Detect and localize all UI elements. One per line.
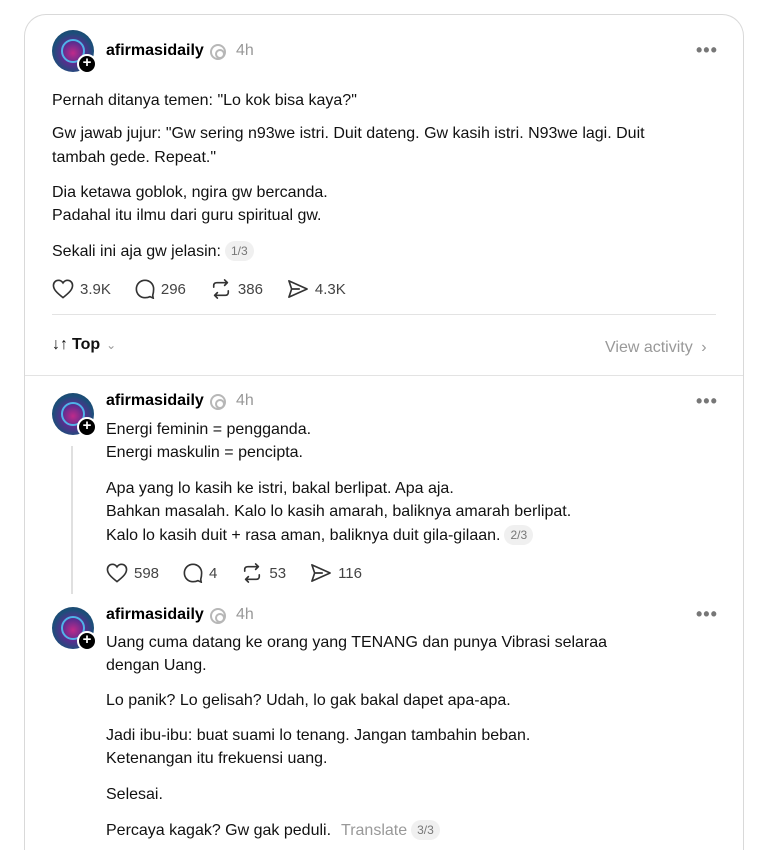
reply-button[interactable]: 296 bbox=[135, 279, 186, 299]
reply-text-line: Apa yang lo kasih ke istri, bakal berlip… bbox=[106, 480, 454, 497]
view-activity-label: View activity bbox=[605, 339, 693, 356]
sort-dropdown[interactable]: ↓↑ Top ⌄ bbox=[52, 336, 116, 354]
divider bbox=[52, 314, 716, 315]
like-button[interactable]: 3.9K bbox=[52, 279, 111, 299]
repost-count: 386 bbox=[237, 280, 263, 298]
post-text: Sekali ini aja gw jelasin: bbox=[52, 243, 221, 260]
reply-button[interactable]: 4 bbox=[183, 563, 217, 583]
share-button[interactable]: 116 bbox=[310, 563, 362, 583]
more-horizontal-icon[interactable]: ••• bbox=[696, 40, 718, 61]
repost-button[interactable]: 53 bbox=[241, 563, 286, 583]
post-text-line: Padahal itu ilmu dari guru spiritual gw. bbox=[52, 207, 322, 224]
avatar[interactable]: + bbox=[52, 30, 97, 74]
like-count: 598 bbox=[134, 564, 160, 582]
reply-text: Percaya kagak? Gw gak peduli. bbox=[106, 822, 332, 839]
view-activity-link[interactable]: View activity › bbox=[605, 339, 707, 357]
share-count: 116 bbox=[338, 564, 362, 582]
thread-count-badge: 1/3 bbox=[224, 241, 254, 261]
chevron-down-icon: ⌄ bbox=[106, 338, 117, 352]
translate-link[interactable]: Translate bbox=[341, 822, 407, 839]
timestamp[interactable]: 4h bbox=[236, 42, 254, 60]
thread-connector-line bbox=[71, 446, 73, 594]
reply-text-line: Bahkan masalah. Kalo lo kasih amarah, ba… bbox=[106, 503, 572, 520]
threads-icon bbox=[210, 608, 226, 624]
reply-text-line: Jadi ibu-ibu: buat suami lo tenang. Jang… bbox=[106, 727, 531, 744]
reply-text-line: Percaya kagak? Gw gak peduli. Translate 3/… bbox=[106, 819, 440, 842]
share-button[interactable]: 4.3K bbox=[287, 279, 346, 299]
comment-icon bbox=[183, 563, 203, 583]
threads-icon bbox=[210, 44, 226, 60]
section-divider bbox=[25, 375, 743, 376]
post-text-line: Pernah ditanya temen: "Lo kok bisa kaya?… bbox=[52, 92, 357, 109]
thread-count-badge: 2/3 bbox=[504, 525, 534, 545]
repost-count: 53 bbox=[269, 564, 287, 582]
username[interactable]: afirmasidaily bbox=[106, 42, 204, 60]
more-horizontal-icon[interactable]: ••• bbox=[696, 604, 718, 625]
reply-count: 296 bbox=[160, 280, 186, 298]
reply-text-line: Ketenangan itu frekuensi uang. bbox=[106, 750, 328, 767]
reply-actions: 598 4 53 116 bbox=[106, 563, 386, 583]
like-count: 3.9K bbox=[80, 280, 111, 298]
reply-text: Kalo lo kasih duit + rasa aman, baliknya… bbox=[106, 527, 501, 544]
post-text-line: tambah gede. Repeat." bbox=[52, 149, 217, 166]
reply-text-line: dengan Uang. bbox=[106, 657, 207, 674]
sort-label: Top bbox=[72, 336, 101, 353]
plus-icon[interactable]: + bbox=[77, 54, 97, 74]
heart-icon bbox=[52, 279, 74, 299]
reply-count: 4 bbox=[209, 564, 218, 582]
like-button[interactable]: 598 bbox=[106, 563, 159, 583]
reply-text-line: Energi maskulin = pencipta. bbox=[106, 444, 303, 461]
plus-icon[interactable]: + bbox=[77, 417, 97, 437]
avatar[interactable]: + bbox=[52, 393, 97, 437]
timestamp[interactable]: 4h bbox=[236, 392, 254, 410]
repost-button[interactable]: 386 bbox=[210, 279, 263, 299]
post-text-line: Dia ketawa goblok, ngira gw bercanda. bbox=[52, 184, 328, 201]
plus-icon[interactable]: + bbox=[77, 631, 97, 651]
sort-arrows-icon: ↓↑ bbox=[52, 336, 68, 353]
thread-count-badge: 3/3 bbox=[411, 820, 440, 840]
username[interactable]: afirmasidaily bbox=[106, 392, 204, 410]
comment-icon bbox=[135, 279, 155, 299]
repost-icon bbox=[244, 563, 261, 583]
threads-icon bbox=[210, 394, 226, 410]
post-text-line: Gw jawab jujur: "Gw sering n93we istri. … bbox=[52, 125, 645, 142]
send-icon bbox=[311, 564, 331, 582]
avatar[interactable]: + bbox=[52, 607, 97, 651]
timestamp[interactable]: 4h bbox=[236, 606, 254, 624]
reply-text-line: Selesai. bbox=[106, 786, 163, 803]
send-icon bbox=[288, 280, 308, 298]
reply-text-line: Uang cuma datang ke orang yang TENANG da… bbox=[106, 634, 608, 651]
more-horizontal-icon[interactable]: ••• bbox=[696, 391, 718, 412]
chevron-right-icon: › bbox=[701, 339, 707, 356]
reply-text-line: Kalo lo kasih duit + rasa aman, baliknya… bbox=[106, 524, 534, 547]
post-actions: 3.9K 296 386 4.3K bbox=[52, 279, 370, 299]
reply-text-line: Lo panik? Lo gelisah? Udah, lo gak bakal… bbox=[106, 692, 511, 709]
post-text-line: Sekali ini aja gw jelasin: 1/3 bbox=[52, 240, 254, 263]
reply-text-line: Energi feminin = pengganda. bbox=[106, 421, 312, 438]
heart-icon bbox=[106, 563, 128, 583]
username[interactable]: afirmasidaily bbox=[106, 606, 204, 624]
share-count: 4.3K bbox=[314, 280, 346, 298]
repost-icon bbox=[212, 279, 229, 299]
